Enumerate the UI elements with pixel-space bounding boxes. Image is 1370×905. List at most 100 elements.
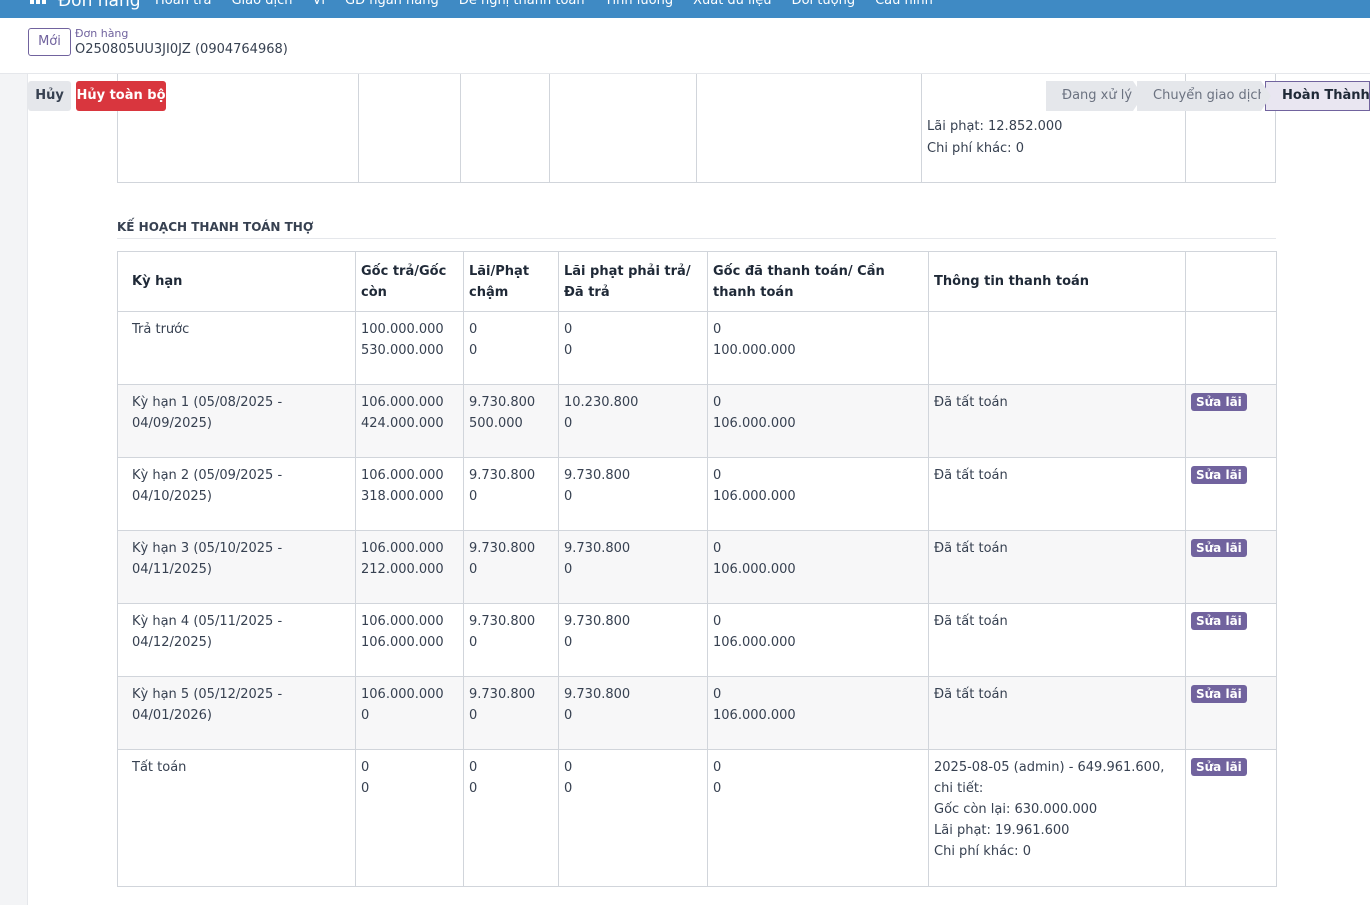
stage-transfer[interactable]: Chuyển giao dịch: [1137, 81, 1271, 111]
edit-interest-button[interactable]: Sửa lãi: [1191, 685, 1247, 703]
cell-penalty: 00: [558, 311, 708, 385]
settlement-principal-remaining: Gốc còn lại: 630.000.000: [934, 802, 1098, 817]
settlement-penalty: Lãi phạt: 19.961.600: [934, 823, 1070, 838]
cell-term: Trả trước: [117, 311, 356, 385]
edit-interest-button[interactable]: Sửa lãi: [1191, 539, 1247, 557]
cell-payment-info: [928, 311, 1186, 385]
header-penalty: Lãi phạt phải trả/Đã trả: [558, 251, 708, 312]
cell-payment-info: Đã tất toán: [928, 457, 1186, 531]
cell-penalty: 10.230.800 0: [558, 384, 708, 458]
edit-interest-button[interactable]: Sửa lãi: [1191, 758, 1247, 776]
cell-interest: 9.730.800 0: [463, 457, 559, 531]
cell-term: Kỳ hạn 2 (05/09/2025 - 04/10/2025): [117, 457, 356, 531]
cell-payment-info: Đã tất toán: [928, 530, 1186, 604]
table-header-row: Kỳ hạn Gốc trả/Gốc còn Lãi/Phạt chậm Lãi…: [117, 251, 1277, 312]
cell-paid: 0 106.000.000: [707, 676, 929, 750]
cell-penalty: 00: [558, 749, 708, 887]
cell-actions: Sửa lãi: [1185, 457, 1277, 531]
settlement-summary: 2025-08-05 (admin) - 649.961.600, chi ti…: [934, 760, 1165, 796]
table-row: Tất toán 00 00 00 00 2025-08-05 (admin) …: [117, 749, 1277, 887]
cell-interest: 9.730.800 0: [463, 676, 559, 750]
status-row: Hủy Hủy toàn bộ Đang xử lý Chuyển giao d…: [28, 81, 1370, 111]
edit-interest-button[interactable]: Sửa lãi: [1191, 393, 1247, 411]
cell-interest: 9.730.800 0: [463, 603, 559, 677]
header-interest: Lãi/Phạt chậm: [463, 251, 559, 312]
cell-principal: 106.000.000 0: [355, 676, 464, 750]
cell-paid: 0 106.000.000: [707, 457, 929, 531]
cell-payment-info: Đã tất toán: [928, 603, 1186, 677]
cell-term: Kỳ hạn 3 (05/10/2025 - 04/11/2025): [117, 530, 356, 604]
menu-item-bank-transactions[interactable]: GD ngân hàng: [345, 0, 439, 8]
cancel-button[interactable]: Hủy: [28, 81, 71, 111]
cell-interest: 9.730.800 0: [463, 530, 559, 604]
menu-item-export[interactable]: Xuất dữ liệu: [693, 0, 771, 8]
stage-processing[interactable]: Đang xử lý: [1046, 81, 1143, 111]
cell-paid: 0 106.000.000: [707, 384, 929, 458]
menu-item-partners[interactable]: Đối tượng: [792, 0, 856, 8]
top-navbar: Đơn hàng Hoàn trả Giao dịch Ví GD ngân h…: [0, 0, 1370, 18]
apps-grid-icon[interactable]: [30, 0, 46, 8]
cell-term: Tất toán: [117, 749, 356, 887]
table-row: Kỳ hạn 4 (05/11/2025 - 04/12/2025) 106.0…: [117, 603, 1277, 677]
menu-item-transactions[interactable]: Giao dịch: [231, 0, 292, 8]
table-row: Kỳ hạn 3 (05/10/2025 - 04/11/2025) 106.0…: [117, 530, 1277, 604]
cell-penalty: 9.730.800 0: [558, 603, 708, 677]
breadcrumb-current: O250805UU3JI0JZ (0904764968): [75, 42, 288, 57]
main-menu: Hoàn trả Giao dịch Ví GD ngân hàng Đề ng…: [155, 0, 933, 8]
menu-item-settings[interactable]: Cấu hình: [875, 0, 933, 8]
cell-paid: 0 100.000.000: [707, 311, 929, 385]
cell-actions: Sửa lãi: [1185, 530, 1277, 604]
table-row: Trả trước 100.000.000 530.000.000 00 00 0…: [117, 311, 1277, 385]
table-row: Kỳ hạn 5 (05/12/2025 - 04/01/2026) 106.0…: [117, 676, 1277, 750]
cell-actions: [1185, 311, 1277, 385]
control-panel: Mới Đơn hàng O250805UU3JI0JZ (0904764968…: [0, 18, 1370, 74]
menu-item-payment-requests[interactable]: Đề nghị thanh toán: [459, 0, 585, 8]
cell-actions: Sửa lãi: [1185, 749, 1277, 887]
header-payment-info: Thông tin thanh toán: [928, 251, 1186, 312]
menu-item-returns[interactable]: Hoàn trả: [155, 0, 211, 8]
edit-interest-button[interactable]: Sửa lãi: [1191, 612, 1247, 630]
cell-payment-info: Đã tất toán: [928, 384, 1186, 458]
cell-principal: 100.000.000 530.000.000: [355, 311, 464, 385]
menu-item-payroll[interactable]: Tính lương: [605, 0, 673, 8]
cell-interest: 9.730.800 500.000: [463, 384, 559, 458]
header-principal: Gốc trả/Gốc còn: [355, 251, 464, 312]
cell-interest: 00: [463, 749, 559, 887]
cell-actions: Sửa lãi: [1185, 603, 1277, 677]
cell-paid: 0 106.000.000: [707, 603, 929, 677]
header-term: Kỳ hạn: [117, 251, 356, 312]
settlement-other-cost: Chi phí khác: 0: [934, 844, 1031, 859]
section-title: KẾ HOẠCH THANH TOÁN THỢ: [117, 220, 1276, 239]
stage-completed[interactable]: Hoàn Thành: [1265, 81, 1370, 111]
table-row: Kỳ hạn 2 (05/09/2025 - 04/10/2025) 106.0…: [117, 457, 1277, 531]
app-brand[interactable]: Đơn hàng: [58, 0, 141, 11]
cell-principal: 106.000.000 318.000.000: [355, 457, 464, 531]
cell-principal: 00: [355, 749, 464, 887]
cell-penalty: 9.730.800 0: [558, 676, 708, 750]
edit-interest-button[interactable]: Sửa lãi: [1191, 466, 1247, 484]
new-button[interactable]: Mới: [28, 28, 71, 56]
cell-actions: Sửa lãi: [1185, 676, 1277, 750]
statusbar: Đang xử lý Chuyển giao dịch Hoàn Thành: [1046, 81, 1370, 111]
cell-paid: 00: [707, 749, 929, 887]
cell-principal: 106.000.000 212.000.000: [355, 530, 464, 604]
cell-principal: 106.000.000 106.000.000: [355, 603, 464, 677]
fragment-penalty-line: Lãi phạt: 12.852.000: [927, 119, 1063, 134]
cell-interest: 00: [463, 311, 559, 385]
menu-item-wallet[interactable]: Ví: [312, 0, 325, 8]
payment-plan-table: Kỳ hạn Gốc trả/Gốc còn Lãi/Phạt chậm Lãi…: [117, 251, 1277, 887]
cell-term: Kỳ hạn 4 (05/11/2025 - 04/12/2025): [117, 603, 356, 677]
header-actions: [1185, 251, 1277, 312]
cell-term: Kỳ hạn 1 (05/08/2025 - 04/09/2025): [117, 384, 356, 458]
cell-penalty: 9.730.800 0: [558, 457, 708, 531]
cell-penalty: 9.730.800 0: [558, 530, 708, 604]
cell-paid: 0 106.000.000: [707, 530, 929, 604]
cell-principal: 106.000.000 424.000.000: [355, 384, 464, 458]
cancel-all-button[interactable]: Hủy toàn bộ: [76, 81, 166, 111]
fragment-other-cost-line: Chi phí khác: 0: [927, 141, 1024, 156]
left-gutter: [0, 74, 28, 905]
breadcrumb-parent[interactable]: Đơn hàng: [75, 27, 128, 40]
cell-payment-info: Đã tất toán: [928, 676, 1186, 750]
table-row: Kỳ hạn 1 (05/08/2025 - 04/09/2025) 106.0…: [117, 384, 1277, 458]
cell-payment-info: 2025-08-05 (admin) - 649.961.600, chi ti…: [928, 749, 1186, 887]
